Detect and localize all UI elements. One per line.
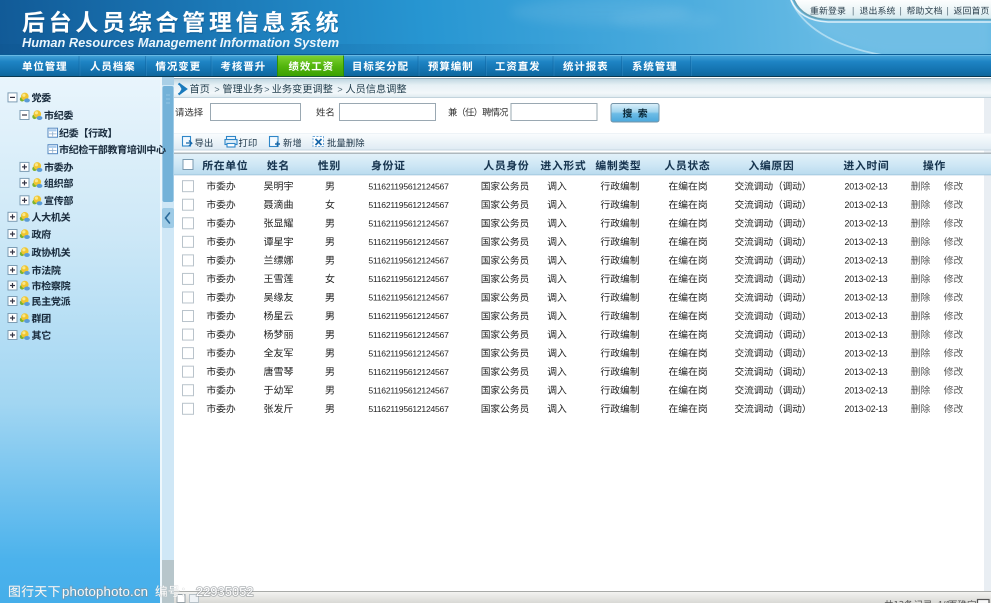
svg-text:>: > — [264, 84, 269, 94]
svg-text:2013-02-13: 2013-02-13 — [845, 367, 888, 377]
svg-text:511621195612124567: 511621195612124567 — [368, 274, 449, 284]
svg-text:511621195612124567: 511621195612124567 — [368, 218, 449, 228]
svg-text:>: > — [214, 84, 219, 94]
svg-text:photophoto.cn: photophoto.cn — [62, 584, 148, 599]
svg-text:2013-02-13: 2013-02-13 — [845, 237, 888, 247]
svg-text:511621195612124567: 511621195612124567 — [368, 367, 449, 377]
svg-text:Human Resources Management Inf: Human Resources Management Information S… — [22, 35, 339, 50]
svg-text:2013-02-13: 2013-02-13 — [845, 200, 888, 210]
svg-text:|: | — [947, 6, 949, 16]
svg-text:>: > — [337, 84, 342, 94]
svg-text:2013-02-13: 2013-02-13 — [845, 385, 888, 395]
svg-text:511621195612124567: 511621195612124567 — [368, 256, 449, 266]
svg-text:511621195612124567: 511621195612124567 — [368, 385, 449, 395]
svg-text:|: | — [852, 6, 854, 16]
svg-text:511621195612124567: 511621195612124567 — [368, 200, 449, 210]
svg-text:22935052: 22935052 — [196, 585, 254, 599]
svg-text:511621195612124567: 511621195612124567 — [368, 311, 449, 321]
svg-text:|: | — [900, 6, 902, 16]
svg-text:2013-02-13: 2013-02-13 — [845, 274, 888, 284]
svg-text:2013-02-13: 2013-02-13 — [845, 181, 888, 191]
svg-text:1/1: 1/1 — [938, 600, 951, 603]
svg-text:511621195612124567: 511621195612124567 — [368, 237, 449, 247]
svg-text:511621195612124567: 511621195612124567 — [368, 348, 449, 358]
svg-text:2013-02-13: 2013-02-13 — [845, 218, 888, 228]
svg-text:2013-02-13: 2013-02-13 — [845, 311, 888, 321]
svg-text:511621195612124567: 511621195612124567 — [368, 181, 449, 191]
svg-text:2013-02-13: 2013-02-13 — [845, 404, 888, 414]
svg-text:2013-02-13: 2013-02-13 — [845, 293, 888, 303]
svg-text:2013-02-13: 2013-02-13 — [845, 256, 888, 266]
svg-text:511621195612124567: 511621195612124567 — [368, 293, 449, 303]
svg-text:511621195612124567: 511621195612124567 — [368, 330, 449, 340]
svg-text:511621195612124567: 511621195612124567 — [368, 404, 449, 414]
svg-text:2013-02-13: 2013-02-13 — [845, 330, 888, 340]
svg-text:2013-02-13: 2013-02-13 — [845, 348, 888, 358]
